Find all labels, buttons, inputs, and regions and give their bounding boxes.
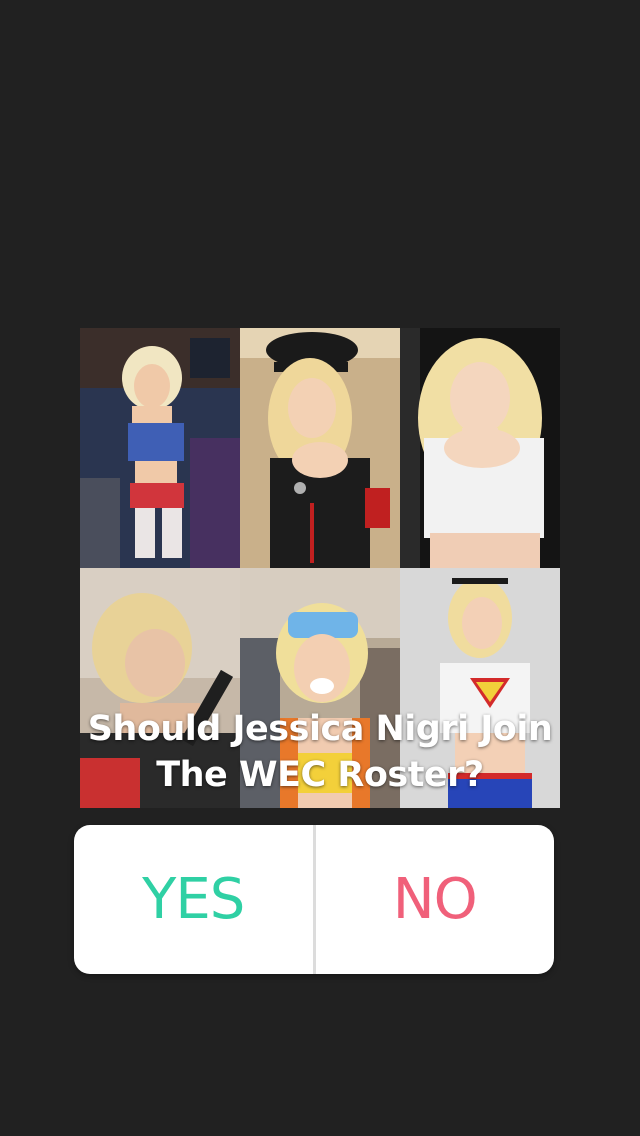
poll-question-line-1: Should Jessica Nigri Join xyxy=(87,709,553,749)
poll-sticker: YES NO xyxy=(74,825,554,974)
poll-option-no-button[interactable]: NO xyxy=(316,825,555,974)
poll-question: Should Jessica Nigri Join The WEC Roster… xyxy=(40,706,600,798)
story-screen: Should Jessica Nigri Join The WEC Roster… xyxy=(0,0,640,1136)
collage-photo-3 xyxy=(400,328,560,568)
cosplay-photo-3-image xyxy=(400,328,560,568)
collage-photo-2 xyxy=(240,328,400,568)
cosplay-photo-2-image xyxy=(240,328,400,568)
cosplay-photo-1-image xyxy=(80,328,240,568)
collage-photo-1 xyxy=(80,328,240,568)
poll-option-yes-button[interactable]: YES xyxy=(74,825,313,974)
poll-question-line-2: The WEC Roster? xyxy=(156,755,484,795)
